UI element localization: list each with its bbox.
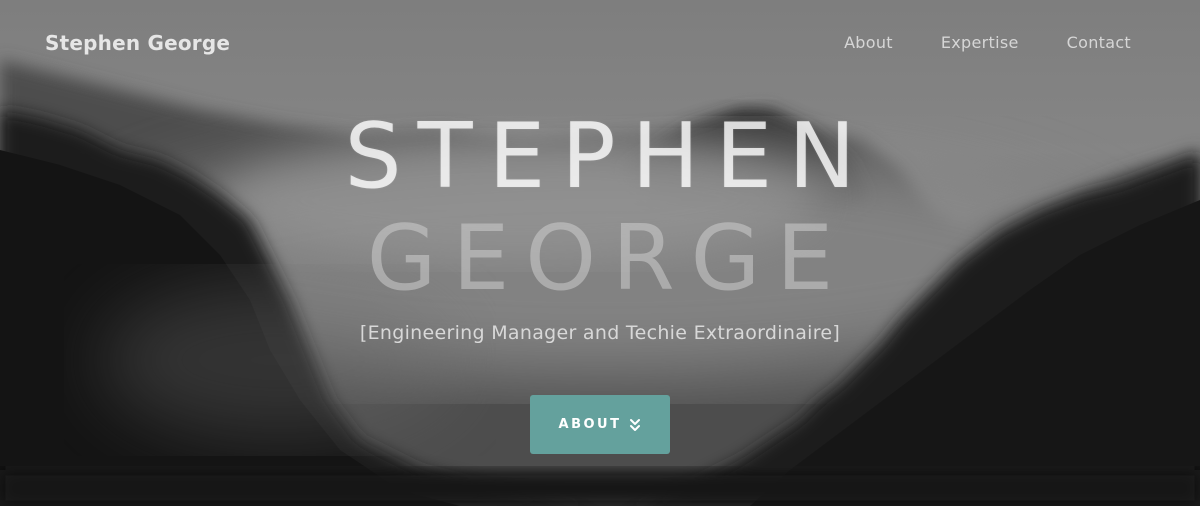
brand-link[interactable]: Stephen George bbox=[45, 31, 230, 55]
nav-link-expertise[interactable]: Expertise bbox=[941, 33, 1019, 52]
about-button-label: ABOUT bbox=[558, 417, 622, 432]
nav-link-contact[interactable]: Contact bbox=[1067, 33, 1131, 52]
navbar: Stephen George About Expertise Contact bbox=[0, 0, 1200, 88]
about-button[interactable]: ABOUT bbox=[530, 395, 670, 454]
hero-title-last-name: GEORGE bbox=[366, 206, 850, 311]
hero-subtitle: [Engineering Manager and Techie Extraord… bbox=[359, 322, 841, 344]
double-chevron-down-icon bbox=[630, 418, 641, 431]
nav-links: About Expertise Contact bbox=[844, 33, 1131, 52]
hero-section: Stephen George About Expertise Contact S… bbox=[0, 0, 1200, 506]
nav-link-about[interactable]: About bbox=[844, 33, 893, 52]
hero-title-first-name: STEPHEN bbox=[344, 104, 872, 209]
